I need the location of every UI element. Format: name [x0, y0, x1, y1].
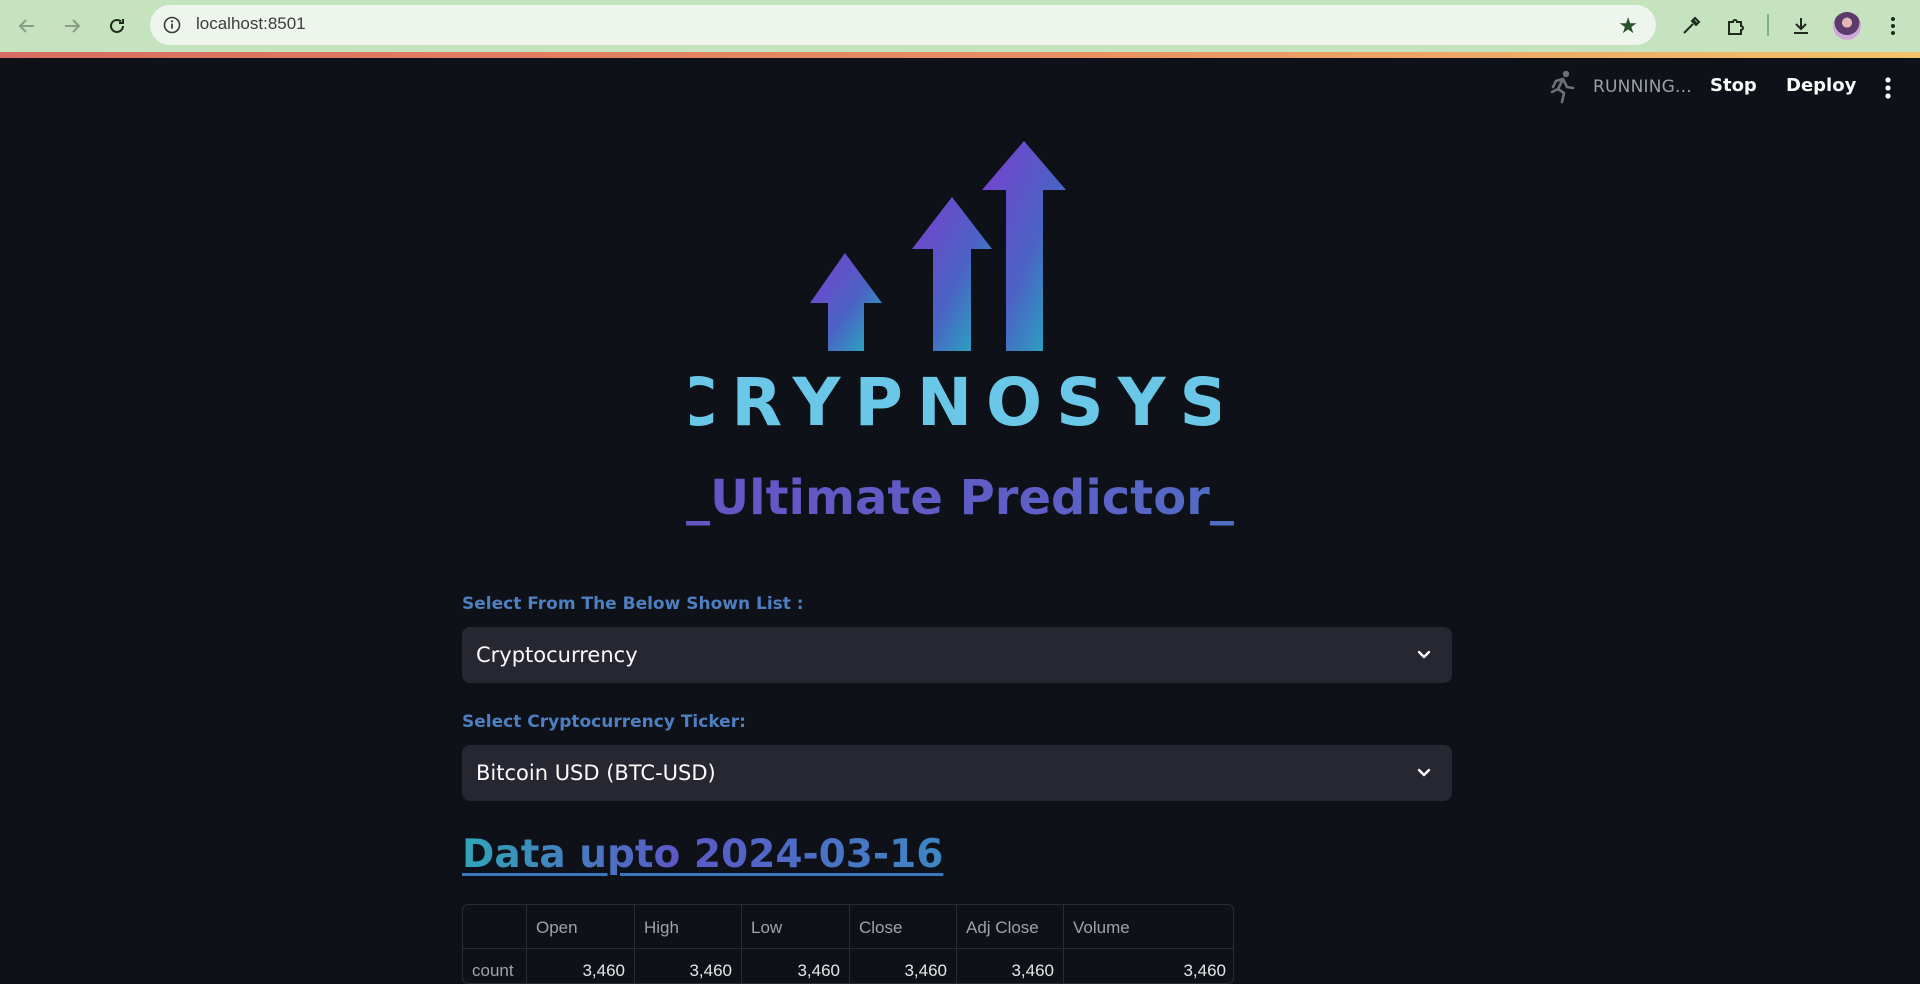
ticker-label: Select Cryptocurrency Ticker:: [462, 712, 746, 732]
growth-arrows-icon: [810, 141, 1066, 351]
asset-type-select[interactable]: Cryptocurrency: [462, 627, 1452, 683]
table-header-volume: Volume: [1064, 905, 1233, 949]
table-row-index: count: [463, 949, 527, 983]
table-header-open: Open: [527, 905, 635, 949]
running-man-icon: [1550, 70, 1575, 104]
stop-button[interactable]: Stop: [1710, 75, 1757, 96]
address-url[interactable]: localhost:8501: [196, 14, 306, 34]
toolbar-divider: [1767, 14, 1769, 36]
reload-icon: [110, 18, 124, 33]
table-cell: 3,460: [850, 949, 957, 983]
main-menu-icon[interactable]: [1876, 74, 1900, 102]
asset-type-label: Select From The Below Shown List :: [462, 594, 804, 614]
table-cell: 3,460: [742, 949, 850, 983]
address-bar[interactable]: localhost:8501 ★: [150, 5, 1656, 45]
forward-button[interactable]: [57, 11, 87, 41]
profile-avatar[interactable]: [1833, 12, 1861, 40]
data-heading: Data upto 2024-03-16: [462, 832, 944, 877]
table-header-close: Close: [850, 905, 957, 949]
table-header-high: High: [635, 905, 742, 949]
info-icon[interactable]: [163, 16, 181, 34]
asset-type-value: Cryptocurrency: [476, 643, 638, 667]
star-icon[interactable]: ★: [1618, 14, 1638, 39]
puzzle-icon[interactable]: [1721, 11, 1751, 41]
arrow-right-icon: [65, 19, 81, 33]
arrow-left-icon: [18, 19, 34, 33]
table-cell: 3,460: [957, 949, 1064, 983]
ticker-value: Bitcoin USD (BTC-USD): [476, 761, 716, 785]
table-cell: 3,460: [1183, 961, 1226, 980]
reload-button[interactable]: [102, 11, 132, 41]
crypnosys-logo: CRYPNOSYS: [690, 141, 1220, 433]
table-header-adj-close: Adj Close: [957, 905, 1064, 949]
logo-wordmark: CRYPNOSYS: [690, 364, 1220, 433]
stats-table[interactable]: Open High Low Close Adj Close Volume cou…: [462, 904, 1234, 984]
page-title: _Ultimate Predictor_: [0, 470, 1920, 526]
app-header: RUNNING... Stop Deploy: [0, 58, 1920, 118]
ticker-select[interactable]: Bitcoin USD (BTC-USD): [462, 745, 1452, 801]
chevron-down-icon: [1417, 768, 1431, 777]
chevron-down-icon: [1417, 650, 1431, 659]
browser-toolbar: localhost:8501 ★: [0, 0, 1920, 52]
table-header-low: Low: [742, 905, 850, 949]
table-header-index: [463, 905, 527, 949]
back-button[interactable]: [12, 11, 42, 41]
table-cell: 3,460: [635, 949, 742, 983]
kebab-menu-icon[interactable]: [1878, 11, 1908, 41]
eyedropper-icon[interactable]: [1676, 11, 1706, 41]
running-status: RUNNING...: [1593, 77, 1692, 97]
deploy-button[interactable]: Deploy: [1786, 75, 1856, 96]
table-cell: 3,460: [527, 949, 635, 983]
download-icon[interactable]: [1786, 11, 1816, 41]
